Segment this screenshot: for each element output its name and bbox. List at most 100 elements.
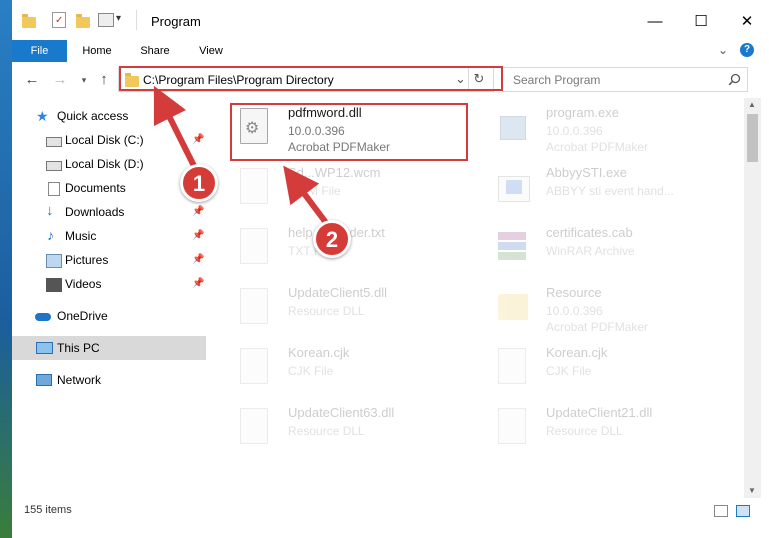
step-2-badge: 2	[313, 220, 351, 258]
status-bar: 155 items	[12, 498, 769, 522]
sidebar-item-local-disk-d[interactable]: Local Disk (D:)	[12, 152, 206, 176]
file-item-updateclient5[interactable]: UpdateClient5.dll Resource DLL	[232, 280, 472, 338]
text-file-icon	[236, 226, 270, 266]
sidebar-item-network[interactable]: Network	[12, 368, 206, 392]
view-options-icon[interactable]	[98, 13, 114, 27]
pictures-icon	[46, 254, 62, 268]
sidebar-item-music[interactable]: ♪ Music 📌	[12, 224, 206, 248]
search-input[interactable]: Search Program	[502, 67, 748, 92]
help-icon[interactable]: ?	[740, 43, 754, 57]
pin-icon[interactable]: 📌	[192, 134, 204, 145]
network-icon	[36, 374, 52, 386]
back-icon[interactable]: ←	[22, 70, 42, 90]
ribbon-tabs: File Home Share View ⌄ ?	[12, 40, 769, 63]
file-item-resource-folder[interactable]: Resource 10.0.0.396 Acrobat PDFMaker	[490, 280, 730, 338]
quick-access-dropdown-icon[interactable]: ▾	[116, 13, 121, 24]
file-name: Korean.cjk	[546, 345, 608, 360]
address-highlight-box	[119, 66, 503, 91]
sidebar-item-documents[interactable]: Documents	[12, 176, 206, 200]
file-type: CJK File	[546, 364, 592, 378]
file-item-korean-cjk[interactable]: Korean.cjk CJK File	[232, 340, 472, 398]
search-icon	[728, 73, 741, 86]
sidebar-item-label: Pictures	[65, 253, 109, 267]
exe-file-icon	[494, 106, 528, 146]
search-placeholder: Search Program	[513, 73, 601, 87]
file-type: WCM File	[288, 184, 341, 198]
file-name: Korean.cjk	[288, 345, 350, 360]
pin-icon[interactable]: 📌	[192, 206, 204, 217]
navigation-pane: ★ Quick access Local Disk (C:) 📌 Local D…	[12, 98, 206, 498]
file-name: Sd...WP12.wcm	[288, 165, 381, 180]
sidebar-item-onedrive[interactable]: OneDrive	[12, 304, 206, 328]
drive-icon	[46, 137, 62, 147]
archive-file-icon	[494, 226, 528, 266]
up-icon[interactable]: ↑	[94, 70, 114, 90]
file-item-korean-cjk-2[interactable]: Korean.cjk CJK File	[490, 340, 730, 398]
file-name: AbbyySTI.exe	[546, 165, 627, 180]
file-description: Acrobat PDFMaker	[546, 140, 649, 154]
dll-file-icon	[494, 406, 528, 446]
file-item-wcm[interactable]: Sd...WP12.wcm WCM File	[232, 160, 472, 218]
scroll-thumb[interactable]	[747, 114, 758, 162]
details-view-icon[interactable]	[714, 505, 728, 517]
sidebar-item-label: Documents	[65, 181, 126, 195]
sidebar-item-label: Quick access	[57, 109, 129, 123]
computer-icon	[36, 342, 53, 354]
file-item-certificates-cab[interactable]: certificates.cab WinRAR Archive	[490, 220, 730, 278]
file-type: WinRAR Archive	[546, 244, 635, 258]
sidebar-item-label: Local Disk (D:)	[65, 157, 144, 171]
large-icons-view-icon[interactable]	[736, 505, 750, 517]
sidebar-item-label: Downloads	[65, 205, 125, 219]
window-title: Program	[151, 14, 201, 29]
dll-file-icon	[236, 286, 270, 326]
drive-icon	[46, 161, 62, 171]
file-item-program-exe[interactable]: program.exe 10.0.0.396 Acrobat PDFMaker	[490, 100, 730, 158]
sidebar-item-pictures[interactable]: Pictures 📌	[12, 248, 206, 272]
sidebar-item-videos[interactable]: Videos 📌	[12, 272, 206, 296]
file-type: Resource DLL	[288, 424, 365, 438]
pin-icon[interactable]: 📌	[192, 254, 204, 265]
pin-icon[interactable]: 📌	[192, 230, 204, 241]
tab-file[interactable]: File	[12, 40, 67, 62]
file-item-updateclient63[interactable]: UpdateClient63.dll Resource DLL	[232, 400, 472, 458]
cloud-icon	[35, 313, 51, 321]
close-button[interactable]: ✕	[724, 8, 769, 36]
file-item-abbyysti[interactable]: AbbyySTI.exe ABBYY sti event hand...	[490, 160, 730, 218]
file-type: Resource DLL	[546, 424, 623, 438]
tab-share[interactable]: Share	[132, 40, 178, 62]
generic-file-icon	[494, 346, 528, 386]
minimize-button[interactable]: —	[632, 8, 678, 36]
sidebar-item-label: Videos	[65, 277, 102, 291]
vertical-scrollbar[interactable]: ▲ ▼	[744, 98, 761, 498]
file-version: 10.0.0.396	[546, 124, 603, 138]
sidebar-item-quick-access[interactable]: ★ Quick access	[12, 104, 206, 128]
sidebar-item-label: OneDrive	[57, 309, 108, 323]
sidebar-item-label: This PC	[57, 341, 100, 355]
sidebar-item-downloads[interactable]: ↓ Downloads 📌	[12, 200, 206, 224]
desktop-edge	[0, 0, 12, 538]
file-item-help-txt[interactable]: help...ereader.txt TXT File	[232, 220, 472, 278]
tab-view[interactable]: View	[188, 40, 234, 62]
star-icon: ★	[36, 108, 49, 124]
scroll-up-icon[interactable]: ▲	[748, 100, 756, 109]
music-icon: ♪	[47, 227, 54, 243]
title-divider	[136, 10, 137, 30]
ribbon-expand-icon[interactable]: ⌄	[718, 43, 728, 57]
explorer-window: ✓ ▾ Program — ☐ ✕ File Home Share View ⌄…	[12, 0, 769, 538]
generic-file-icon	[236, 346, 270, 386]
file-highlight-box	[230, 103, 468, 161]
properties-icon[interactable]: ✓	[52, 12, 66, 28]
file-name: certificates.cab	[546, 225, 633, 240]
tab-home[interactable]: Home	[74, 40, 120, 62]
file-name: UpdateClient21.dll	[546, 405, 653, 420]
file-name: UpdateClient63.dll	[288, 405, 395, 420]
maximize-button[interactable]: ☐	[678, 8, 724, 36]
file-name: program.exe	[546, 105, 619, 120]
sidebar-item-local-disk-c[interactable]: Local Disk (C:) 📌	[12, 128, 206, 152]
pin-icon[interactable]: 📌	[192, 278, 204, 289]
file-item-updateclient21[interactable]: UpdateClient21.dll Resource DLL	[490, 400, 730, 458]
forward-icon[interactable]: →	[50, 70, 70, 90]
recent-locations-icon[interactable]: ▾	[74, 70, 94, 90]
scroll-down-icon[interactable]: ▼	[748, 486, 756, 495]
sidebar-item-this-pc[interactable]: This PC	[12, 336, 206, 360]
